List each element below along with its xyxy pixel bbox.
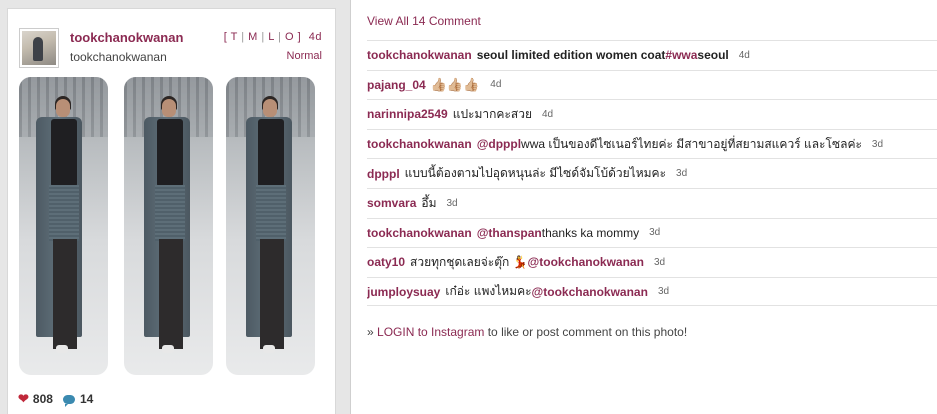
post-fullname: tookchanokwanan xyxy=(70,50,167,64)
comment-time: 3d xyxy=(649,227,661,239)
comment-time: 4d xyxy=(541,108,554,120)
comment-item: jumploysuay เก๋อ่ะ แพงไหมคะ @tookchanokw… xyxy=(367,276,937,307)
comment-text: แปะมากคะสวย xyxy=(452,106,532,121)
comment-time: 3d xyxy=(676,168,688,180)
comment-mention[interactable]: @dpppl xyxy=(477,137,521,151)
comment-time: 3d xyxy=(871,138,884,150)
comment-time: 4d xyxy=(738,49,750,61)
comment-text: seoul limited edition women coat xyxy=(476,48,666,63)
login-prompt: » LOGIN to Instagram to like or post com… xyxy=(367,325,688,339)
comment-text: 👍🏼👍🏼👍🏼 xyxy=(430,76,480,92)
comment-username[interactable]: pajang_04 xyxy=(367,78,426,92)
comment-item: tookchanokwanan @dpppl wwa เป็นของดีไซเน… xyxy=(367,128,937,159)
share-links: [ T | M | L | O ] 4d xyxy=(223,31,322,43)
comment-username[interactable]: narinnipa2549 xyxy=(367,107,448,121)
comment-text-after: seoul xyxy=(697,48,729,63)
comment-item: narinnipa2549 แปะมากคะสวย 4d xyxy=(367,99,937,129)
comment-username[interactable]: tookchanokwanan xyxy=(367,48,472,62)
post-age: 4d xyxy=(308,31,322,43)
post-filter: Normal xyxy=(286,50,322,62)
photo-panel-3 xyxy=(226,77,315,375)
likes-count: 808 xyxy=(32,392,53,406)
avatar[interactable] xyxy=(19,28,59,68)
comment-item: somvara อึ้ม 3d xyxy=(367,187,937,218)
avatar-image xyxy=(22,31,56,65)
comment-username[interactable]: tookchanokwanan xyxy=(367,137,472,151)
comment-text: เก๋อ่ะ แพงไหมคะ xyxy=(445,284,532,299)
photo-card: tookchanokwanan tookchanokwanan [ T | M … xyxy=(0,0,343,414)
comment-time: 3d xyxy=(653,256,666,268)
comment-item: dpppl แบบนี้ต้องตามไปอุดหนุนล่ะ มีไซด์จั… xyxy=(367,158,937,188)
comment-username[interactable]: tookchanokwanan xyxy=(367,226,472,240)
login-link[interactable]: LOGIN to Instagram xyxy=(377,325,484,339)
photo-panel-2 xyxy=(124,77,213,375)
comment-mention[interactable]: @tookchanokwanan xyxy=(528,255,644,269)
link-o[interactable]: O xyxy=(285,31,294,43)
comments-panel: View All 14 Comment tookchanokwanan seou… xyxy=(351,0,937,414)
comment-mention[interactable]: @thanspan xyxy=(477,226,542,240)
comment-text: wwa เป็นของดีไซเนอร์ไทยค่ะ มีสาขาอยู่ที่… xyxy=(521,136,862,151)
comment-item: pajang_04 👍🏼👍🏼👍🏼 4d xyxy=(367,69,937,100)
comments-count: 14 xyxy=(79,392,94,406)
post-stats: ❤ 808 14 xyxy=(18,391,93,407)
comment-hashtag[interactable]: #wwa xyxy=(665,48,697,62)
comment-time: 3d xyxy=(446,197,458,209)
post-username[interactable]: tookchanokwanan xyxy=(70,30,183,45)
comment-text: สวยทุกชุดเลยจ่ะตุ๊ก 💃 xyxy=(410,254,528,269)
comment-time: 3d xyxy=(657,286,670,298)
post-photo[interactable] xyxy=(19,77,315,375)
comment-item: oaty10 สวยทุกชุดเลยจ่ะตุ๊ก 💃 @tookchanok… xyxy=(367,247,937,277)
comment-text: อึ้ม xyxy=(421,195,437,210)
comment-time: 4d xyxy=(490,79,502,91)
comment-username[interactable]: dpppl xyxy=(367,167,400,181)
comment-mention[interactable]: @tookchanokwanan xyxy=(532,285,648,299)
link-m[interactable]: M xyxy=(248,31,258,43)
link-t[interactable]: T xyxy=(231,31,238,43)
comment-username[interactable]: somvara xyxy=(367,196,416,210)
comment-item: tookchanokwanan @thanspan thanks ka momm… xyxy=(367,217,937,248)
comment-item: tookchanokwanan seoul limited edition wo… xyxy=(367,40,937,70)
comment-username[interactable]: jumploysuay xyxy=(367,285,440,299)
comment-text: แบบนี้ต้องตามไปอุดหนุนล่ะ มีไซด์จัมโบ้ด้… xyxy=(404,166,667,181)
view-all-comments-link[interactable]: View All 14 Comment xyxy=(367,14,481,28)
heart-icon[interactable]: ❤ xyxy=(18,391,29,407)
comment-text: thanks ka mommy xyxy=(541,225,640,240)
comment-list: tookchanokwanan seoul limited edition wo… xyxy=(367,40,937,307)
photo-panel-1 xyxy=(19,77,108,375)
comment-username[interactable]: oaty10 xyxy=(367,255,405,269)
comment-bubble-icon[interactable] xyxy=(62,394,75,407)
